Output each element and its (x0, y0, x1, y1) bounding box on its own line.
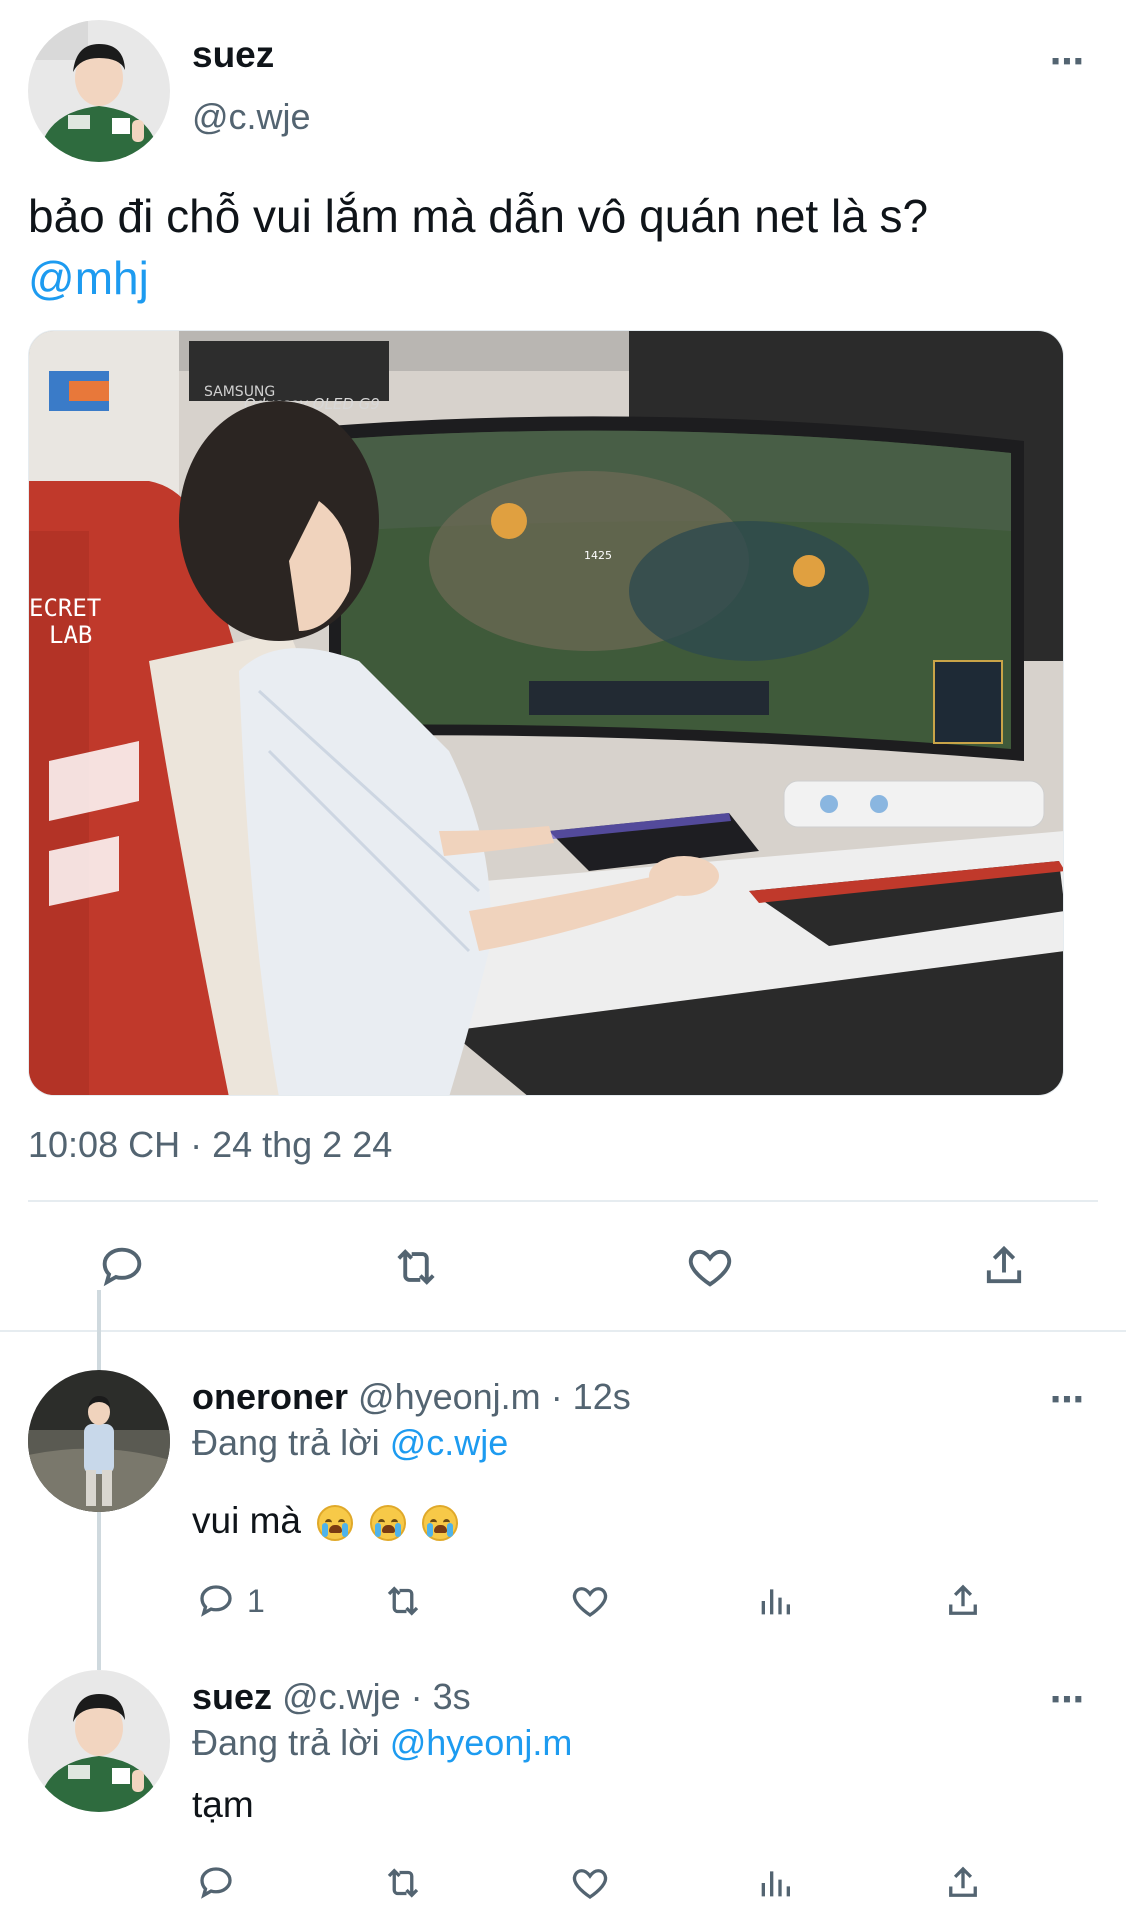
reply-time[interactable]: · 3s (411, 1676, 471, 1717)
like-button[interactable] (568, 1580, 612, 1622)
like-icon (572, 1587, 608, 1617)
reply-count: 1 (247, 1582, 265, 1619)
reply-author-handle[interactable]: @c.wje (282, 1676, 401, 1717)
divider (28, 1200, 1098, 1202)
reply-avatar[interactable] (28, 1670, 170, 1812)
reply-author-name[interactable]: suez (192, 1676, 272, 1717)
mention-link[interactable]: @mhj (28, 252, 149, 304)
reply-time[interactable]: · 12s (551, 1376, 631, 1417)
like-button[interactable] (568, 1862, 612, 1904)
replying-mention[interactable]: @c.wje (390, 1422, 509, 1463)
analytics-button[interactable] (755, 1580, 795, 1622)
retweet-icon (387, 1868, 419, 1898)
retweet-button[interactable] (380, 1580, 426, 1622)
loudly-crying-face-icon (369, 1505, 406, 1542)
reply-body: vui mà (192, 1500, 301, 1541)
replying-mention[interactable]: @hyeonj.m (390, 1722, 573, 1763)
author-handle[interactable]: @c.wje (192, 96, 311, 138)
loudly-crying-face-icon (317, 1505, 354, 1542)
like-icon (572, 1869, 608, 1899)
chair-brand-1: ECRET (29, 594, 101, 622)
replying-to: Đang trả lời @hyeonj.m (192, 1722, 572, 1764)
reply-text: tạm (192, 1784, 254, 1825)
reply-button[interactable] (195, 1862, 237, 1904)
share-button[interactable] (942, 1862, 984, 1904)
more-options-icon[interactable]: ⋯ (1050, 45, 1085, 79)
reply-icon (102, 1247, 142, 1287)
retweet-button[interactable] (380, 1862, 426, 1904)
like-icon (688, 1249, 732, 1287)
chair-brand-2: LAB (49, 621, 92, 649)
like-button[interactable] (683, 1241, 737, 1293)
author-avatar[interactable] (28, 20, 170, 162)
retweet-icon (397, 1249, 435, 1285)
analytics-button[interactable] (755, 1862, 795, 1904)
tweet-timestamp[interactable]: 10:08 CH · 24 thg 2 24 (28, 1124, 392, 1166)
replying-prefix: Đang trả lời (192, 1722, 380, 1763)
reply-icon (200, 1867, 232, 1899)
share-button[interactable] (942, 1580, 984, 1622)
retweet-button[interactable] (388, 1241, 444, 1293)
share-icon (949, 1584, 977, 1615)
analytics-icon (761, 1589, 790, 1615)
reply-avatar[interactable] (28, 1370, 170, 1512)
share-icon (949, 1866, 977, 1897)
hud-gold: 1425 (584, 549, 612, 562)
reply-text: vui mà (192, 1500, 458, 1542)
analytics-icon (761, 1871, 790, 1897)
replying-prefix: Đang trả lời (192, 1422, 380, 1463)
loudly-crying-face-icon (421, 1505, 458, 1542)
author-name[interactable]: suez (192, 34, 274, 76)
reply-header: suez @c.wje · 3s (192, 1676, 471, 1718)
reply-button[interactable]: 1 (195, 1580, 265, 1622)
retweet-icon (387, 1586, 419, 1616)
reply-icon (200, 1585, 232, 1617)
reply-header: oneroner @hyeonj.m · 12s (192, 1376, 631, 1418)
reply-author-handle[interactable]: @hyeonj.m (358, 1376, 541, 1417)
reply-button[interactable] (96, 1241, 148, 1293)
replying-to: Đang trả lời @c.wje (192, 1422, 508, 1464)
tweet-body: bảo đi chỗ vui lắm mà dẫn vô quán net là… (28, 190, 929, 242)
reply-author-name[interactable]: oneroner (192, 1376, 348, 1417)
share-icon (986, 1245, 1022, 1284)
share-button[interactable] (978, 1240, 1030, 1292)
tweet-text: bảo đi chỗ vui lắm mà dẫn vô quán net là… (28, 185, 1098, 309)
section-divider (0, 1330, 1126, 1332)
tweet-photo[interactable]: SAMSUNG Odyssey OLED G9 1425 ECRET LAB (28, 330, 1064, 1096)
reply-more-icon[interactable]: ⋯ (1050, 1383, 1085, 1417)
reply-more-icon[interactable]: ⋯ (1050, 1683, 1085, 1717)
